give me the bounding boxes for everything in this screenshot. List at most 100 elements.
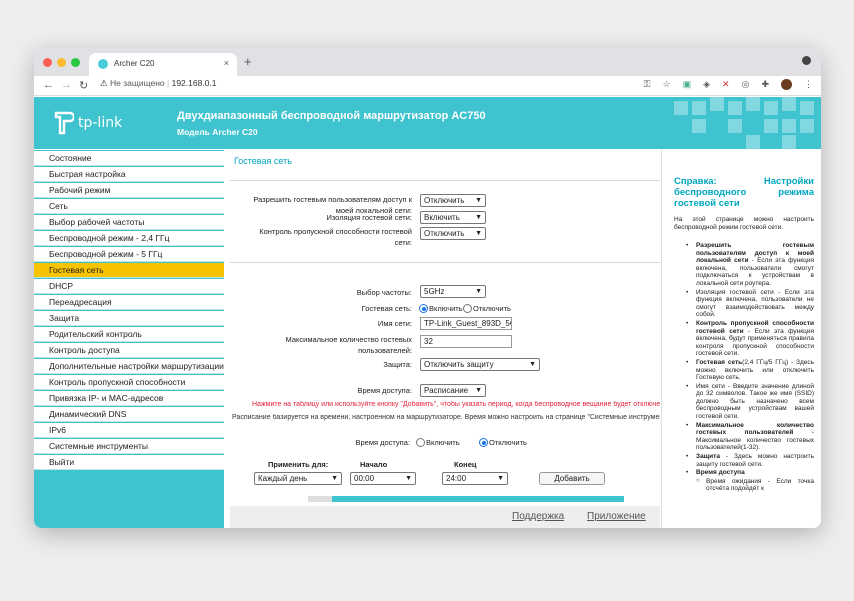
band-select[interactable]: 5GHz ▼ <box>420 285 486 298</box>
header-model: Модель Archer C20 <box>177 127 258 137</box>
apply-for-select[interactable]: Каждый день ▼ <box>254 472 342 485</box>
app-link[interactable]: Приложение <box>587 511 646 522</box>
max-users-input[interactable]: 32 <box>420 335 512 348</box>
sidebar-item-quick-setup[interactable]: Быстрая настройка <box>34 167 224 182</box>
chevron-down-icon: ▼ <box>475 387 482 394</box>
sidebar-item-system-tools[interactable]: Системные инструменты <box>34 439 224 454</box>
band-label: Выбор частоты: <box>356 288 412 297</box>
browser-toolbar: ← → ↻ ⚠ Не защищено | 192.168.0.1 ⚿ ☆ ▣ … <box>34 76 821 96</box>
max-users-label: Максимальное количество гостевых пользов… <box>285 335 412 355</box>
sidebar-item-wireless-5[interactable]: Беспроводной режим - 5 ГГц <box>34 247 224 262</box>
main-panel: Гостевая сеть Разрешить гостевым пользов… <box>230 150 660 528</box>
access-time-on-radio[interactable] <box>416 438 425 447</box>
help-item: Защита - Здесь можно настроить защиту го… <box>686 453 814 468</box>
extension-icon[interactable]: ▣ <box>683 79 692 90</box>
access-time-label: Время доступа: <box>357 386 412 395</box>
menu-icon[interactable]: ⋮ <box>804 79 813 90</box>
tab-close-icon[interactable]: × <box>224 58 229 68</box>
toolbar-icons: ⚿ ☆ ▣ ◈ ✕ ◎ ✚ ⋮ <box>644 79 813 90</box>
page-title: Гостевая сеть <box>234 156 292 166</box>
footer-bar: Поддержка Приложение <box>230 506 660 528</box>
router-header: tp-link Двухдиапазонный беспроводной мар… <box>34 97 821 149</box>
extension-icon[interactable]: ✕ <box>722 79 730 90</box>
access-time-off-label: Отключить <box>489 438 527 447</box>
address-bar[interactable]: ⚠ Не защищено | 192.168.0.1 <box>100 78 217 89</box>
sidebar-item-parental-control[interactable]: Родительский контроль <box>34 327 224 342</box>
reload-button[interactable]: ↻ <box>79 79 88 92</box>
start-select[interactable]: 00:00 ▼ <box>350 472 416 485</box>
guest-on-radio[interactable] <box>419 304 428 313</box>
url-text: 192.168.0.1 <box>171 78 217 88</box>
guest-on-label: Включить <box>429 304 463 313</box>
ssid-label: Имя сети: <box>377 319 412 328</box>
minimize-window-button[interactable] <box>57 58 66 67</box>
sidebar-item-wireless-24[interactable]: Беспроводной режим - 2,4 ГГц <box>34 231 224 246</box>
sidebar-item-dhcp[interactable]: DHCP <box>34 279 224 294</box>
puzzle-icon[interactable]: ✚ <box>761 79 769 90</box>
isolation-label: Изоляция гостевой сети: <box>326 213 412 222</box>
chevron-down-icon: ▼ <box>475 288 482 295</box>
allow-local-select[interactable]: Отключить ▼ <box>420 194 486 207</box>
sidebar-item-logout[interactable]: Выйти <box>34 455 224 470</box>
end-select[interactable]: 24:00 ▼ <box>442 472 508 485</box>
sidebar-item-operation-mode[interactable]: Рабочий режим <box>34 183 224 198</box>
sidebar-item-status[interactable]: Состояние <box>34 151 224 166</box>
extension-icon[interactable]: ◎ <box>742 79 750 90</box>
tplink-logo-icon <box>54 111 74 135</box>
sidebar-item-ipv6[interactable]: IPv6 <box>34 423 224 438</box>
extension-icon[interactable]: ◈ <box>703 79 710 90</box>
key-icon[interactable]: ⚿ <box>644 79 651 90</box>
profile-dot-icon[interactable] <box>802 56 811 65</box>
help-item: Максимальное количество гостевых пользов… <box>686 422 814 452</box>
band-value: 5GHz <box>424 287 445 296</box>
access-time-on-label: Включить <box>426 438 460 447</box>
star-icon[interactable]: ☆ <box>663 79 671 90</box>
bandwidth-value: Отключить <box>424 229 465 238</box>
bandwidth-select[interactable]: Отключить ▼ <box>420 227 486 240</box>
allow-local-value: Отключить <box>424 196 465 205</box>
sidebar-item-band-select[interactable]: Выбор рабочей частоты <box>34 215 224 230</box>
forward-button[interactable]: → <box>61 79 72 91</box>
support-link[interactable]: Поддержка <box>512 511 564 522</box>
access-time-value: Расписание <box>424 386 469 395</box>
sidebar-item-ip-mac-binding[interactable]: Привязка IP- и MAC-адресов <box>34 391 224 406</box>
guest-network-label: Гостевая сеть: <box>361 304 412 313</box>
sidebar-item-ddns[interactable]: Динамический DNS <box>34 407 224 422</box>
sidebar-item-forwarding[interactable]: Переадресация <box>34 295 224 310</box>
end-header: Конец <box>454 460 477 469</box>
sidebar-item-guest-network[interactable]: Гостевая сеть <box>34 263 224 278</box>
help-item: Изоляция гостевой сети - Если эта функци… <box>686 289 814 319</box>
guest-off-radio[interactable] <box>463 304 472 313</box>
schedule-note: Расписание базируется на времени, настро… <box>232 414 660 421</box>
apply-for-value: Каждый день <box>258 474 308 483</box>
warning-icon: ⚠ <box>100 78 108 88</box>
isolation-value: Включить <box>424 213 460 222</box>
access-time-select[interactable]: Расписание ▼ <box>420 384 486 397</box>
close-window-button[interactable] <box>43 58 52 67</box>
back-button[interactable]: ← <box>43 79 54 91</box>
chevron-down-icon: ▼ <box>475 230 482 237</box>
tab-archer[interactable]: Archer C20 × <box>89 53 237 76</box>
ssid-input[interactable]: TP-Link_Guest_893D_5G <box>420 317 512 330</box>
sidebar-item-bandwidth-control[interactable]: Контроль пропускной способности <box>34 375 224 390</box>
browser-window: Archer C20 × + ← → ↻ ⚠ Не защищено | 192… <box>34 48 821 528</box>
help-list: Разрешить гостевым пользователям доступ … <box>686 242 814 493</box>
sidebar-item-security[interactable]: Защита <box>34 311 224 326</box>
sidebar-item-advanced-routing[interactable]: Дополнительные настройки маршрутизации <box>34 359 224 374</box>
start-value: 00:00 <box>354 474 375 483</box>
schedule-hint: Нажмите на таблицу или используйте кнопк… <box>252 401 660 408</box>
security-select[interactable]: Отключить защиту ▼ <box>420 358 540 371</box>
new-tab-button[interactable]: + <box>244 54 252 69</box>
bandwidth-label: Контроль пропускной способности гостевой… <box>259 227 412 247</box>
zoom-window-button[interactable] <box>71 58 80 67</box>
avatar[interactable] <box>781 79 792 90</box>
isolation-select[interactable]: Включить ▼ <box>420 211 486 224</box>
security-label: Не защищено <box>110 78 165 88</box>
access-time-off-radio[interactable] <box>479 438 488 447</box>
help-item: Время доступа <box>686 469 814 477</box>
sidebar-item-network[interactable]: Сеть <box>34 199 224 214</box>
sidebar-item-access-control[interactable]: Контроль доступа <box>34 343 224 358</box>
logo-text: tp-link <box>78 115 123 131</box>
chevron-down-icon: ▼ <box>475 197 482 204</box>
add-button[interactable]: Добавить <box>539 472 605 485</box>
